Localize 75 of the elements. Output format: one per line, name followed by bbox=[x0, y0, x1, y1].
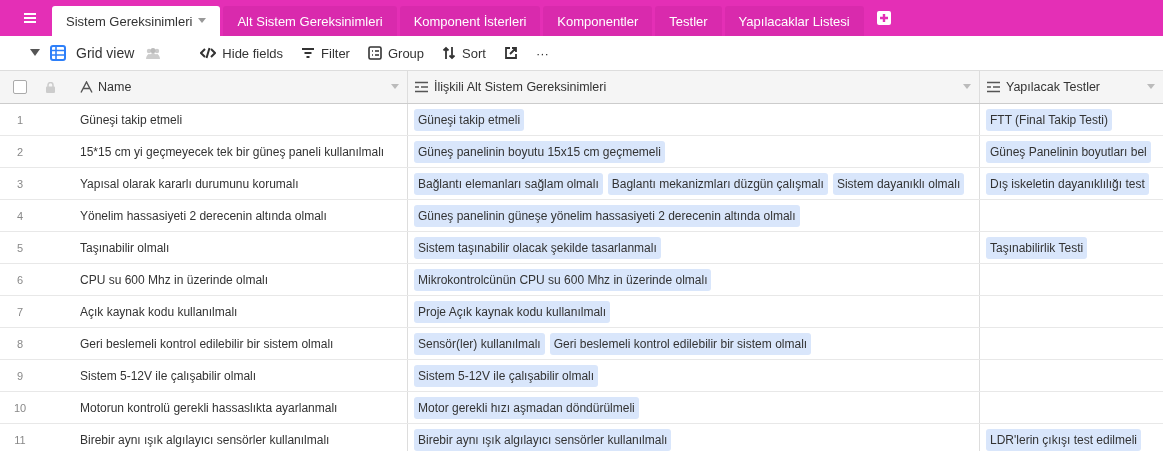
sort-button[interactable]: Sort bbox=[436, 42, 492, 64]
linked-record-chip[interactable]: Güneş Panelinin boyutları bel bbox=[986, 140, 1151, 163]
row-number: 2 bbox=[16, 145, 24, 158]
row-number: 3 bbox=[16, 177, 24, 190]
linked-record-chip[interactable]: Motor gerekli hızı aşmadan döndürülmeli bbox=[414, 396, 639, 419]
hide-button[interactable]: Hide fields bbox=[194, 42, 290, 64]
collapse-icon[interactable] bbox=[30, 49, 40, 57]
linked-record-chip[interactable]: Sistem taşınabilir olacak şekilde tasarlanmalı bbox=[414, 236, 661, 259]
row-number: 8 bbox=[16, 337, 24, 350]
lock-icon bbox=[46, 81, 55, 93]
table-tab[interactable]: Alt Sistem Gereksinimleri bbox=[223, 6, 397, 36]
table-tab[interactable]: Sistem Gereksinimleri bbox=[52, 6, 221, 36]
dropdown-icon[interactable] bbox=[963, 84, 971, 90]
linked-record-chip[interactable]: Sistem 5-12V ile çalışabilir olmalı bbox=[414, 364, 599, 387]
list-box-icon bbox=[367, 46, 382, 60]
filter-button[interactable]: Filter bbox=[295, 42, 356, 64]
menu-icon bbox=[23, 12, 37, 24]
linked-record-chip[interactable]: Güneş panelinin boyutu 15x15 cm geçmemeli bbox=[414, 140, 665, 163]
linked-record-chip[interactable]: Geri beslemeli kontrol edilebilir bir sistem olmalı bbox=[549, 332, 812, 355]
table-cell: Yönelim hassasiyeti 2 derecenin altında olmalı bbox=[80, 208, 327, 223]
linked-record-chip[interactable]: Mikrokontrolcünün CPU su 600 Mhz in üzerinde olmalı bbox=[414, 268, 712, 291]
table-cell: CPU su 600 Mhz in üzerinde olmalı bbox=[80, 272, 269, 287]
select-all-checkbox[interactable] bbox=[13, 80, 27, 94]
table-cell: Yapısal olarak kararlı durumunu korumalı bbox=[80, 176, 299, 191]
linked-record-chip[interactable]: Proje Açık kaynak kodu kullanılmalı bbox=[414, 300, 611, 323]
column-header[interactable]: Name bbox=[98, 80, 386, 94]
linked-record-chip[interactable]: Sensör(ler) kullanılmalı bbox=[414, 332, 545, 355]
table-cell: Birebir aynı ışık algılayıcı sensörler kullanılmalı bbox=[80, 432, 330, 447]
table-cell: Açık kaynak kodu kullanılmalı bbox=[80, 304, 238, 319]
row-number: 10 bbox=[13, 401, 27, 414]
code-slash-icon bbox=[200, 47, 217, 59]
table-cell: Geri beslemeli kontrol edilebilir bir sistem olmalı bbox=[80, 336, 334, 351]
text-field-icon bbox=[80, 81, 93, 93]
dropdown-icon[interactable] bbox=[391, 84, 399, 90]
table-cell: Taşınabilir olmalı bbox=[80, 240, 170, 255]
sort-icon bbox=[442, 46, 457, 60]
row-number: 1 bbox=[16, 113, 24, 126]
row-number: 6 bbox=[16, 273, 24, 286]
table-tab[interactable]: Komponentler bbox=[543, 6, 653, 36]
table-cell: Motorun kontrolü gerekli hassaslıkta ayarlanmalı bbox=[80, 400, 338, 415]
linked-record-chip[interactable]: Bağlantı elemanları sağlam olmalı bbox=[414, 172, 603, 195]
row-number: 4 bbox=[16, 209, 24, 222]
linked-record-chip[interactable]: Dış iskeletin dayanıklılığı test bbox=[986, 172, 1149, 195]
more-button[interactable]: ··· bbox=[529, 42, 555, 64]
linked-record-chip[interactable]: Sistem dayanıklı olmalı bbox=[832, 172, 965, 195]
linked-record-chip[interactable]: Taşınabilirlik Testi bbox=[986, 236, 1088, 259]
table-tab[interactable]: Komponent İsterleri bbox=[399, 6, 541, 36]
row-number: 5 bbox=[16, 241, 24, 254]
column-header[interactable]: Yapılacak Testler bbox=[1006, 80, 1142, 94]
add-tab-icon[interactable] bbox=[876, 11, 891, 25]
people-icon bbox=[144, 47, 163, 59]
row-number: 11 bbox=[14, 433, 26, 446]
linked-record-chip[interactable]: Güneş panelinin güneşe yönelim hassasiyeti 2 derecenin altında olmalı bbox=[414, 204, 800, 227]
dropdown-icon[interactable] bbox=[198, 18, 207, 24]
column-header[interactable]: İlişkili Alt Sistem Gereksinimleri bbox=[434, 80, 958, 94]
table-cell: 15*15 cm yi geçmeyecek tek bir güneş paneli kullanılmalı bbox=[80, 144, 385, 159]
view-name[interactable]: Grid view bbox=[76, 45, 135, 61]
table-cell: Güneşi takip etmeli bbox=[80, 112, 183, 127]
filter-icon bbox=[301, 47, 316, 59]
linked-field-icon bbox=[414, 81, 429, 93]
dropdown-icon[interactable] bbox=[1147, 84, 1155, 90]
linked-record-chip[interactable]: Birebir aynı ışık algılayıcı sensörler kullanılmalı bbox=[414, 428, 672, 451]
table-tab[interactable]: Yapılacaklar Listesi bbox=[724, 6, 864, 36]
table-tab[interactable]: Testler bbox=[655, 6, 722, 36]
linked-field-icon bbox=[986, 81, 1001, 93]
grid-icon bbox=[50, 45, 66, 61]
external-link-icon bbox=[503, 46, 518, 60]
linked-record-chip[interactable]: Baglantı mekanizmları düzgün çalışmalı bbox=[607, 172, 828, 195]
group-button[interactable]: Group bbox=[361, 42, 431, 64]
linked-record-chip[interactable]: Güneşi takip etmeli bbox=[414, 108, 525, 131]
linked-record-chip[interactable]: LDR'lerin çıkışı test edilmeli bbox=[986, 428, 1141, 451]
row-number: 7 bbox=[16, 305, 24, 318]
linked-record-chip[interactable]: FTT (Final Takip Testi) bbox=[986, 108, 1113, 131]
row-number: 9 bbox=[16, 369, 24, 382]
table-cell: Sistem 5-12V ile çalışabilir olmalı bbox=[80, 368, 257, 383]
